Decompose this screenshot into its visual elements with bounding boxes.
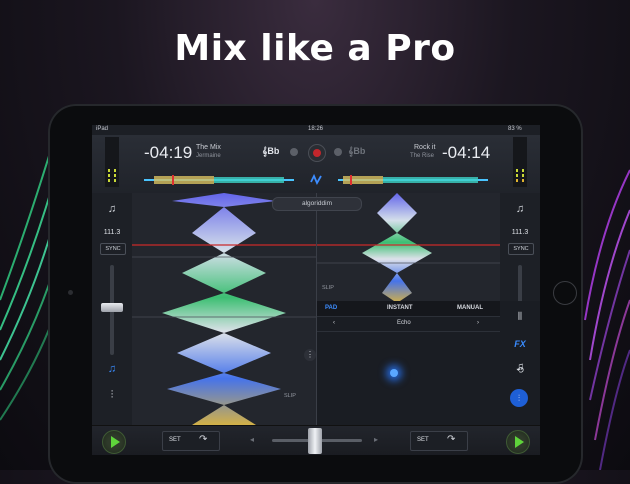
right-overview-waveform[interactable] <box>338 175 488 185</box>
right-slip-label[interactable]: SLIP <box>322 285 334 291</box>
left-cue-curve-icon[interactable]: ↷ <box>199 434 207 445</box>
right-track-title: Rock it <box>414 144 436 151</box>
dj-app-screen: iPad 18:26 83 % -04:19 The Mix Jermaine … <box>92 125 540 455</box>
left-mixer-icon[interactable]: ⫶ <box>92 389 132 402</box>
status-battery: 83 % <box>508 126 522 132</box>
record-button[interactable] <box>308 144 326 162</box>
home-button[interactable] <box>553 281 577 305</box>
right-bpm: 111.3 <box>511 229 529 236</box>
left-cue-set[interactable]: SET ↷ <box>162 431 220 451</box>
right-note-icon[interactable]: ♫ <box>500 361 540 373</box>
fx-tab-instant[interactable]: INSTANT <box>387 305 413 311</box>
left-track-title: The Mix <box>196 144 221 151</box>
fx-tab-pad[interactable]: PAD <box>325 305 337 311</box>
left-key[interactable]: 𝄞Bb <box>262 146 279 157</box>
left-track-artist: Jermaine <box>196 153 221 159</box>
fx-selector: ‹ Echo › <box>317 317 500 332</box>
top-bar: -04:19 The Mix Jermaine 𝄞Bb 𝄞Bb Rock it … <box>92 135 540 194</box>
right-key[interactable]: 𝄞Bb <box>348 146 365 157</box>
right-cue-set[interactable]: SET ↷ <box>410 431 468 451</box>
left-set-label: SET <box>169 437 181 443</box>
status-time: 18:26 <box>308 126 324 132</box>
right-set-label: SET <box>417 437 429 443</box>
grid-menu-icon[interactable]: ⋮ <box>304 349 316 361</box>
left-deck-controls: ♫ 111.3 SYNC ♫ ⫶ <box>92 193 132 425</box>
right-level-meter <box>513 137 527 187</box>
left-note-icon[interactable]: ♫ <box>92 363 132 375</box>
fx-panel: PAD INSTANT MANUAL ‹ Echo › <box>317 301 500 425</box>
fx-tab-manual[interactable]: MANUAL <box>457 305 483 311</box>
left-bpm: 111.3 <box>103 229 121 236</box>
left-sync-button[interactable]: SYNC <box>100 243 126 255</box>
left-music-icon[interactable]: ♫ <box>92 203 132 215</box>
right-key-label: Bb <box>353 146 366 156</box>
left-deck-time: -04:19 <box>144 143 193 162</box>
right-cue-curve-icon[interactable]: ↷ <box>447 434 455 445</box>
right-track-artist: The Rise <box>410 153 435 159</box>
fx-prev-button[interactable]: ‹ <box>333 320 335 326</box>
fx-next-button[interactable]: › <box>477 320 479 326</box>
info-icon[interactable] <box>334 148 342 156</box>
left-settings-icon[interactable] <box>290 148 298 156</box>
right-deck-time: -04:14 <box>442 143 491 162</box>
fx-tabs: PAD INSTANT MANUAL <box>317 301 500 317</box>
status-bar: iPad 18:26 83 % <box>92 125 540 135</box>
fx-effect-name: Echo <box>397 320 411 326</box>
crossfader-left-arrow[interactable]: ◂ <box>250 435 254 444</box>
left-level-meter <box>105 137 119 187</box>
left-overview-waveform[interactable] <box>144 175 294 185</box>
camera-dot <box>68 290 73 295</box>
headline: Mix like a Pro <box>174 28 456 69</box>
fx-sliders-icon[interactable]: ⫼ <box>500 311 540 322</box>
sync-link-icon[interactable] <box>309 173 323 187</box>
left-pitch-knob[interactable] <box>101 303 123 312</box>
right-sync-button[interactable]: SYNC <box>508 243 534 255</box>
fx-label[interactable]: FX <box>500 339 540 349</box>
right-mixer-icon[interactable]: ⫶ <box>510 389 528 407</box>
brand-logo: algoriddim <box>272 197 362 211</box>
transport-bar: SET ↷ ◂ ▸ SET ↷ <box>92 425 540 455</box>
fx-xy-pad-dot[interactable] <box>390 369 398 377</box>
left-key-label: Bb <box>267 146 280 156</box>
waveform-area[interactable]: SLIP SLIP ⋮ PAD INSTANT MANUAL ‹ Echo › <box>132 193 500 425</box>
left-slip-label[interactable]: SLIP <box>284 393 296 399</box>
right-play-button[interactable] <box>506 430 530 454</box>
status-device: iPad <box>96 126 109 132</box>
crossfader-knob[interactable] <box>308 428 322 454</box>
left-play-button[interactable] <box>102 430 126 454</box>
right-music-icon[interactable]: ♫ <box>500 203 540 215</box>
crossfader-right-arrow[interactable]: ▸ <box>374 435 378 444</box>
